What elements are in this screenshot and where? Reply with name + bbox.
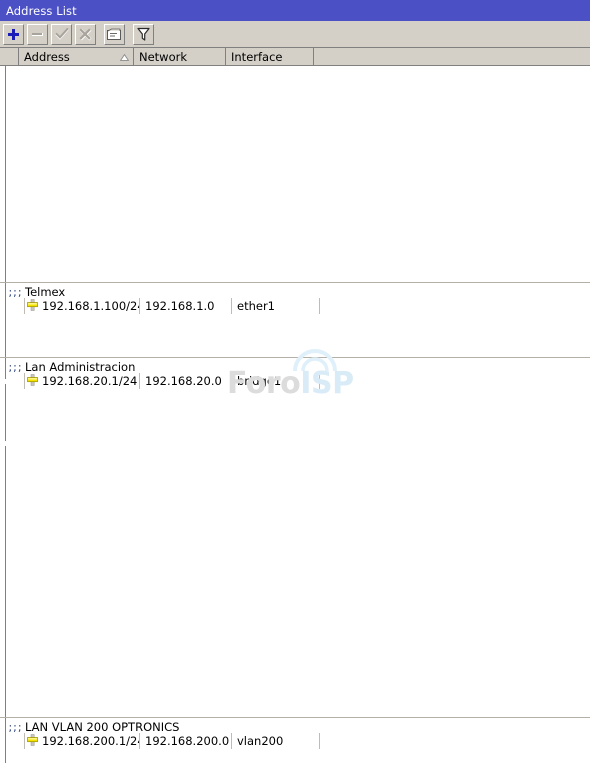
row-network-cell: 192.168.1.0 <box>140 298 232 314</box>
column-header-address[interactable]: Address <box>19 48 134 65</box>
row-address-cell: 192.168.200.1/24 <box>25 733 140 749</box>
row-address-text: 192.168.200.1/24 <box>42 734 140 748</box>
row-network-cell: 192.168.20.0 <box>140 373 232 389</box>
check-icon <box>54 28 69 40</box>
column-header-network[interactable]: Network <box>134 48 226 65</box>
address-table-body[interactable]: ;;; Telmex 192.168.1.100/24 192.168.1.0 … <box>0 66 590 763</box>
row-interface-cell: ether1 <box>232 298 320 314</box>
row-interface-cell: vlan200 <box>232 733 320 749</box>
column-header-flags[interactable] <box>0 48 19 65</box>
enable-button[interactable] <box>51 23 72 45</box>
row-address-text: 192.168.20.1/24 <box>42 374 138 388</box>
row-address-cell: 192.168.20.1/24 <box>25 373 140 389</box>
window-title: Address List <box>6 3 77 18</box>
table-column-header: Address Network Interface <box>0 48 590 66</box>
disable-button[interactable] <box>75 23 96 45</box>
grid-left-frame-4 <box>5 446 6 763</box>
address-list-window: Address List Address Network Interface ;… <box>0 0 590 763</box>
add-button[interactable] <box>3 23 24 45</box>
row-flags-cell <box>6 298 25 314</box>
comment-text: LAN VLAN 200 OPTRONICS <box>25 720 180 734</box>
sort-ascending-icon <box>119 50 130 64</box>
group-separator-line <box>0 282 590 283</box>
comment-marker: ;;; <box>8 720 23 734</box>
row-flags-cell <box>6 733 25 749</box>
table-row[interactable]: 192.168.1.100/24 192.168.1.0 ether1 <box>6 298 590 314</box>
comment-text: Telmex <box>25 285 66 299</box>
remove-button[interactable] <box>27 23 48 45</box>
address-marker-icon <box>27 733 38 749</box>
cross-icon <box>79 27 92 41</box>
filter-button[interactable] <box>133 23 154 45</box>
table-row[interactable]: 192.168.200.1/24 192.168.200.0 vlan200 <box>6 733 590 749</box>
group-separator-line <box>0 717 590 718</box>
row-flags-cell <box>6 373 25 389</box>
minus-icon <box>31 30 44 39</box>
row-address-text: 192.168.1.100/24 <box>42 299 140 313</box>
column-header-spare[interactable] <box>314 48 590 65</box>
address-marker-icon <box>27 373 38 389</box>
group-separator-line <box>0 357 590 358</box>
grid-left-frame-1 <box>5 66 6 379</box>
comment-icon <box>107 28 122 41</box>
comment-marker: ;;; <box>8 285 23 299</box>
comment-button[interactable] <box>104 23 125 45</box>
address-marker-icon <box>27 298 38 314</box>
toolbar <box>0 21 590 48</box>
row-spare-cell <box>320 733 590 749</box>
plus-icon <box>7 28 20 41</box>
column-header-interface[interactable]: Interface <box>226 48 314 65</box>
window-titlebar: Address List <box>0 0 590 21</box>
funnel-icon <box>137 27 150 41</box>
row-spare-cell <box>320 298 590 314</box>
grid-left-frame-3 <box>5 387 6 441</box>
row-interface-cell: bridge1 <box>232 373 320 389</box>
row-spare-cell <box>320 373 590 389</box>
comment-marker: ;;; <box>8 360 23 374</box>
comment-text: Lan Administracion <box>25 360 136 374</box>
table-row[interactable]: 192.168.20.1/24 192.168.20.0 bridge1 <box>6 373 590 389</box>
row-address-cell: 192.168.1.100/24 <box>25 298 140 314</box>
row-network-cell: 192.168.200.0 <box>140 733 232 749</box>
